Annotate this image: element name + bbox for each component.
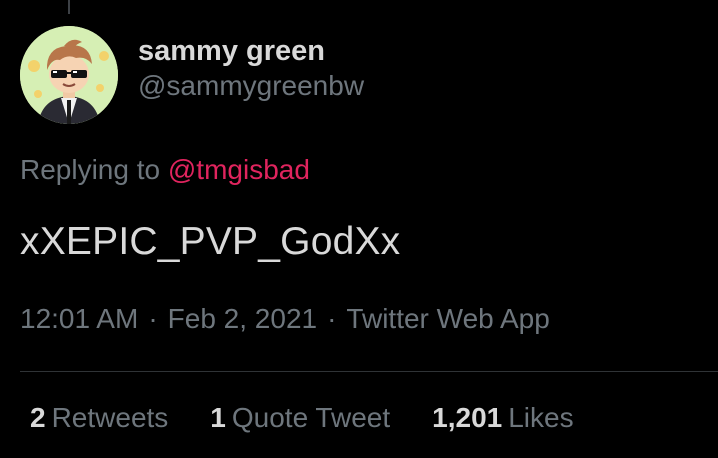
- author-names: sammy green @sammygreenbw: [138, 33, 364, 103]
- avatar-icon: [20, 26, 118, 124]
- tweet-meta: 12:01 AM · Feb 2, 2021 · Twitter Web App: [20, 303, 550, 335]
- quote-tweets-label: Quote Tweet: [231, 402, 391, 433]
- likes-label: Likes: [508, 402, 574, 433]
- thread-connector-line: [68, 0, 70, 14]
- author-display-name[interactable]: sammy green: [138, 33, 364, 69]
- likes-count: 1,201: [432, 402, 503, 433]
- tweet-text: xXEPIC_PVP_GodXx: [20, 220, 401, 263]
- meta-separator: ·: [327, 303, 337, 334]
- replying-to-mention-link[interactable]: @tmgisbad: [168, 154, 310, 185]
- retweets-stat[interactable]: 2 Retweets: [30, 402, 168, 434]
- tweet-date[interactable]: Feb 2, 2021: [168, 303, 317, 334]
- tweet-stats: 2 Retweets 1 Quote Tweet 1,201 Likes: [30, 402, 616, 434]
- likes-stat[interactable]: 1,201 Likes: [432, 402, 573, 434]
- quote-tweets-stat[interactable]: 1 Quote Tweet: [210, 402, 390, 434]
- quote-tweets-count: 1: [210, 402, 226, 433]
- replying-to-label: Replying to: [20, 154, 161, 185]
- retweets-count: 2: [30, 402, 46, 433]
- tweet-header: sammy green @sammygreenbw: [20, 26, 364, 124]
- replying-to-line: Replying to @tmgisbad: [20, 154, 310, 186]
- tweet-source: Twitter Web App: [346, 303, 550, 334]
- avatar[interactable]: [20, 26, 118, 124]
- tweet-time[interactable]: 12:01 AM: [20, 303, 138, 334]
- meta-separator: ·: [148, 303, 158, 334]
- author-handle[interactable]: @sammygreenbw: [138, 69, 364, 103]
- retweets-label: Retweets: [51, 402, 169, 433]
- stats-divider: [20, 371, 718, 372]
